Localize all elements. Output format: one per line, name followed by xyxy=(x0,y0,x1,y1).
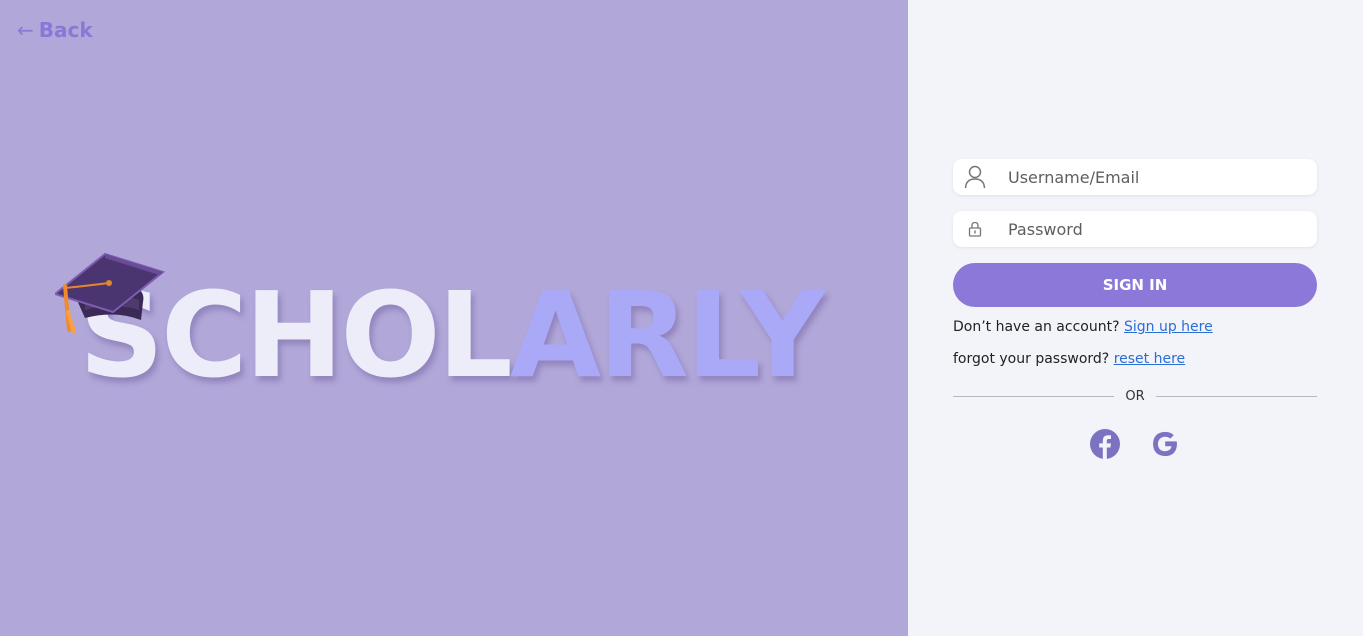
user-icon xyxy=(953,159,997,195)
divider-text: OR xyxy=(1125,389,1145,404)
facebook-icon xyxy=(1090,429,1120,459)
password-field[interactable] xyxy=(953,211,1317,247)
back-arrow-icon: ← xyxy=(17,18,34,42)
sign-up-link[interactable]: Sign up here xyxy=(1124,319,1213,335)
google-login-button[interactable] xyxy=(1149,428,1181,460)
login-page: ← Back SCHOLARLY Username/Email SIGN IN … xyxy=(0,0,1363,636)
or-divider: OR xyxy=(953,389,1318,404)
forgot-row: forgot your password? reset here xyxy=(953,351,1317,367)
forgot-prompt: forgot your password? xyxy=(953,351,1110,367)
google-icon xyxy=(1153,431,1177,457)
divider-line-right xyxy=(1155,396,1318,397)
back-link[interactable]: ← Back xyxy=(17,18,93,42)
back-label: Back xyxy=(38,18,93,42)
login-panel: SIGN IN Don’t have an account? Sign up h… xyxy=(908,0,1363,636)
reset-password-link[interactable]: reset here xyxy=(1114,351,1185,367)
divider-line-left xyxy=(953,396,1115,397)
social-login-row xyxy=(953,428,1317,460)
signup-row: Don’t have an account? Sign up here xyxy=(953,319,1317,335)
lock-icon xyxy=(953,211,997,247)
scholarly-logo: SCHOLARLY xyxy=(55,250,875,400)
signup-prompt: Don’t have an account? xyxy=(953,319,1120,335)
sign-in-button[interactable]: SIGN IN xyxy=(953,263,1317,307)
logo-text-accent: ARLY xyxy=(509,266,825,404)
facebook-login-button[interactable] xyxy=(1089,428,1121,460)
username-input[interactable] xyxy=(997,166,1310,188)
username-field[interactable] xyxy=(953,159,1317,195)
login-form: SIGN IN Don’t have an account? Sign up h… xyxy=(953,159,1318,460)
graduation-cap-icon xyxy=(55,252,166,334)
password-input[interactable] xyxy=(997,218,1310,240)
brand-panel: ← Back SCHOLARLY xyxy=(0,0,908,636)
logo-wordmark: SCHOLARLY xyxy=(79,276,825,394)
